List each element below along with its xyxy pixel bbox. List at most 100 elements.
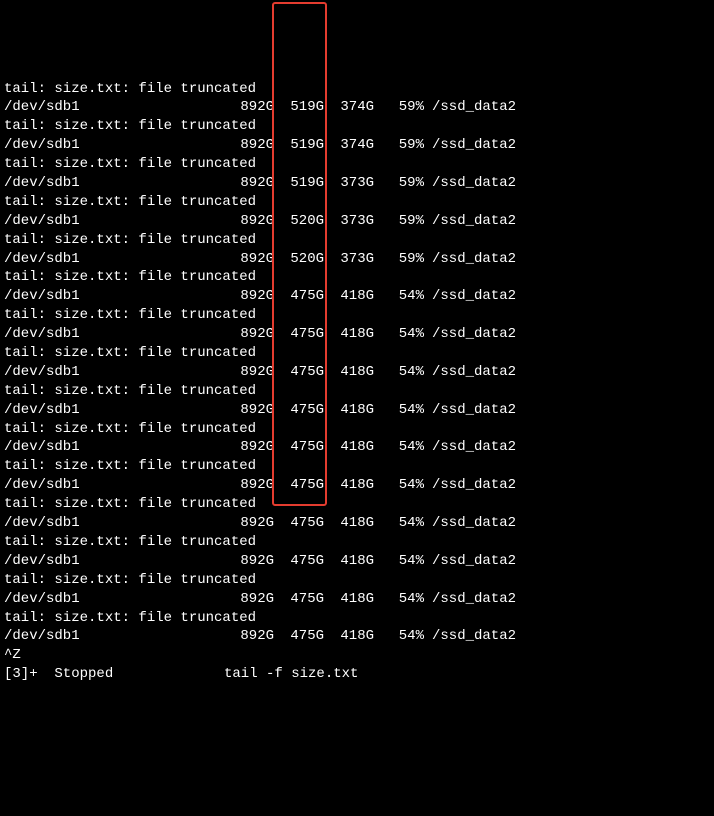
used-column: 475G <box>274 438 324 457</box>
percent-column: 59% <box>374 174 424 193</box>
df-output-line: /dev/sdb1892G475G418G54%/ssd_data2 <box>4 401 710 420</box>
avail-column: 418G <box>324 627 374 646</box>
size-column: 892G <box>224 476 274 495</box>
size-column: 892G <box>224 212 274 231</box>
truncated-message-line: tail: size.txt: file truncated <box>4 268 710 287</box>
size-column: 892G <box>224 627 274 646</box>
df-output-line: /dev/sdb1892G520G373G59%/ssd_data2 <box>4 250 710 269</box>
size-column: 892G <box>224 401 274 420</box>
percent-column: 54% <box>374 514 424 533</box>
avail-column: 418G <box>324 363 374 382</box>
used-column: 475G <box>274 287 324 306</box>
avail-column: 418G <box>324 401 374 420</box>
df-output-line: /dev/sdb1892G475G418G54%/ssd_data2 <box>4 476 710 495</box>
device-column: /dev/sdb1 <box>4 627 224 646</box>
device-column: /dev/sdb1 <box>4 136 224 155</box>
device-column: /dev/sdb1 <box>4 250 224 269</box>
avail-column: 418G <box>324 514 374 533</box>
size-column: 892G <box>224 438 274 457</box>
avail-column: 418G <box>324 552 374 571</box>
mount-column: /ssd_data2 <box>424 98 516 117</box>
mount-column: /ssd_data2 <box>424 438 516 457</box>
job-command: tail -f size.txt <box>224 666 358 682</box>
size-column: 892G <box>224 287 274 306</box>
device-column: /dev/sdb1 <box>4 401 224 420</box>
size-column: 892G <box>224 250 274 269</box>
percent-column: 59% <box>374 98 424 117</box>
mount-column: /ssd_data2 <box>424 363 516 382</box>
df-output-line: /dev/sdb1892G519G373G59%/ssd_data2 <box>4 174 710 193</box>
mount-column: /ssd_data2 <box>424 514 516 533</box>
percent-column: 54% <box>374 552 424 571</box>
size-column: 892G <box>224 514 274 533</box>
used-column: 475G <box>274 552 324 571</box>
used-column: 475G <box>274 363 324 382</box>
percent-column: 59% <box>374 212 424 231</box>
mount-column: /ssd_data2 <box>424 136 516 155</box>
percent-column: 54% <box>374 476 424 495</box>
used-column: 475G <box>274 325 324 344</box>
mount-column: /ssd_data2 <box>424 476 516 495</box>
mount-column: /ssd_data2 <box>424 287 516 306</box>
percent-column: 54% <box>374 627 424 646</box>
device-column: /dev/sdb1 <box>4 363 224 382</box>
avail-column: 373G <box>324 212 374 231</box>
truncated-message-line: tail: size.txt: file truncated <box>4 344 710 363</box>
avail-column: 373G <box>324 174 374 193</box>
truncated-message-line: tail: size.txt: file truncated <box>4 231 710 250</box>
df-output-line: /dev/sdb1892G475G418G54%/ssd_data2 <box>4 363 710 382</box>
size-column: 892G <box>224 552 274 571</box>
avail-column: 373G <box>324 250 374 269</box>
size-column: 892G <box>224 98 274 117</box>
truncated-message-line: tail: size.txt: file truncated <box>4 80 710 99</box>
percent-column: 54% <box>374 438 424 457</box>
avail-column: 418G <box>324 476 374 495</box>
used-column: 475G <box>274 514 324 533</box>
percent-column: 54% <box>374 287 424 306</box>
device-column: /dev/sdb1 <box>4 174 224 193</box>
truncated-message-line: tail: size.txt: file truncated <box>4 193 710 212</box>
device-column: /dev/sdb1 <box>4 98 224 117</box>
device-column: /dev/sdb1 <box>4 552 224 571</box>
percent-column: 59% <box>374 136 424 155</box>
df-output-line: /dev/sdb1892G520G373G59%/ssd_data2 <box>4 212 710 231</box>
df-output-line: /dev/sdb1892G475G418G54%/ssd_data2 <box>4 438 710 457</box>
percent-column: 54% <box>374 363 424 382</box>
df-output-line: /dev/sdb1892G475G418G54%/ssd_data2 <box>4 552 710 571</box>
used-column: 519G <box>274 98 324 117</box>
device-column: /dev/sdb1 <box>4 325 224 344</box>
mount-column: /ssd_data2 <box>424 174 516 193</box>
mount-column: /ssd_data2 <box>424 401 516 420</box>
mount-column: /ssd_data2 <box>424 212 516 231</box>
avail-column: 418G <box>324 325 374 344</box>
used-column: 475G <box>274 476 324 495</box>
used-column: 519G <box>274 136 324 155</box>
used-column: 520G <box>274 212 324 231</box>
stopped-job-line: [3]+ Stoppedtail -f size.txt <box>4 665 710 684</box>
df-output-line: /dev/sdb1892G519G374G59%/ssd_data2 <box>4 136 710 155</box>
truncated-message-line: tail: size.txt: file truncated <box>4 382 710 401</box>
truncated-message-line: tail: size.txt: file truncated <box>4 571 710 590</box>
device-column: /dev/sdb1 <box>4 287 224 306</box>
mount-column: /ssd_data2 <box>424 590 516 609</box>
percent-column: 54% <box>374 590 424 609</box>
terminal-output: tail: size.txt: file truncated/dev/sdb18… <box>4 80 710 685</box>
percent-column: 54% <box>374 325 424 344</box>
size-column: 892G <box>224 325 274 344</box>
df-output-line: /dev/sdb1892G475G418G54%/ssd_data2 <box>4 590 710 609</box>
truncated-message-line: tail: size.txt: file truncated <box>4 155 710 174</box>
df-output-line: /dev/sdb1892G475G418G54%/ssd_data2 <box>4 287 710 306</box>
truncated-message-line: tail: size.txt: file truncated <box>4 533 710 552</box>
avail-column: 418G <box>324 287 374 306</box>
mount-column: /ssd_data2 <box>424 552 516 571</box>
size-column: 892G <box>224 136 274 155</box>
used-column: 519G <box>274 174 324 193</box>
job-status: [3]+ Stopped <box>4 665 224 684</box>
used-column: 520G <box>274 250 324 269</box>
truncated-message-line: tail: size.txt: file truncated <box>4 420 710 439</box>
truncated-message-line: tail: size.txt: file truncated <box>4 306 710 325</box>
df-output-line: /dev/sdb1892G475G418G54%/ssd_data2 <box>4 627 710 646</box>
device-column: /dev/sdb1 <box>4 514 224 533</box>
used-column: 475G <box>274 401 324 420</box>
truncated-message-line: tail: size.txt: file truncated <box>4 117 710 136</box>
